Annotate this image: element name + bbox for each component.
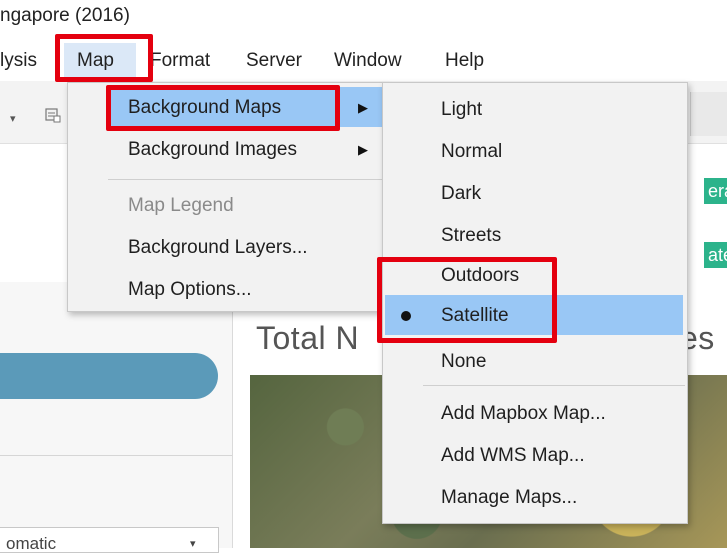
annotation-box-background-maps [106, 85, 340, 131]
menu-server[interactable]: Server [246, 50, 302, 72]
triangle-right-icon: ▶ [358, 100, 368, 115]
menu-format[interactable]: Format [150, 50, 210, 72]
submenu-item-streets[interactable]: Streets [441, 225, 501, 247]
submenu-item-add-mapbox-map[interactable]: Add Mapbox Map... [441, 403, 606, 425]
submenu-item-dark[interactable]: Dark [441, 183, 481, 205]
status-badge[interactable]: atec [704, 242, 727, 268]
menu-window[interactable]: Window [334, 50, 402, 72]
menu-help[interactable]: Help [445, 50, 484, 72]
chevron-down-icon[interactable]: ▾ [10, 112, 16, 125]
panel-divider [0, 455, 232, 456]
data-source-icon[interactable] [44, 106, 62, 124]
annotation-box-satellite [377, 257, 557, 343]
menu-item-map-legend[interactable]: Map Legend [128, 195, 234, 217]
annotation-box-map-menu [55, 34, 153, 82]
menu-analysis[interactable]: lysis [0, 50, 37, 72]
blue-pill-button[interactable] [0, 353, 218, 399]
menu-item-background-layers[interactable]: Background Layers... [128, 237, 308, 259]
submenu-item-normal[interactable]: Normal [441, 141, 502, 163]
menu-item-map-options[interactable]: Map Options... [128, 279, 252, 301]
view-title: Total N [256, 320, 359, 357]
submenu-item-add-wms-map[interactable]: Add WMS Map... [441, 445, 585, 467]
submenu-item-manage-maps[interactable]: Manage Maps... [441, 487, 577, 509]
window-title: ngapore (2016) [0, 5, 130, 26]
view-title-head: Total N [256, 320, 360, 356]
menu-separator [108, 179, 382, 180]
submenu-item-light[interactable]: Light [441, 99, 482, 121]
submenu-item-none[interactable]: None [441, 351, 486, 373]
status-badge[interactable]: erat [704, 178, 727, 204]
left-panel [0, 282, 233, 548]
triangle-right-icon: ▶ [358, 142, 368, 157]
menu-item-background-images[interactable]: Background Images [128, 139, 297, 161]
chevron-down-icon[interactable]: ▾ [190, 537, 196, 550]
menu-separator [423, 385, 685, 386]
toolbar-panel-edge [690, 92, 727, 136]
mark-type-value: omatic [6, 534, 57, 553]
